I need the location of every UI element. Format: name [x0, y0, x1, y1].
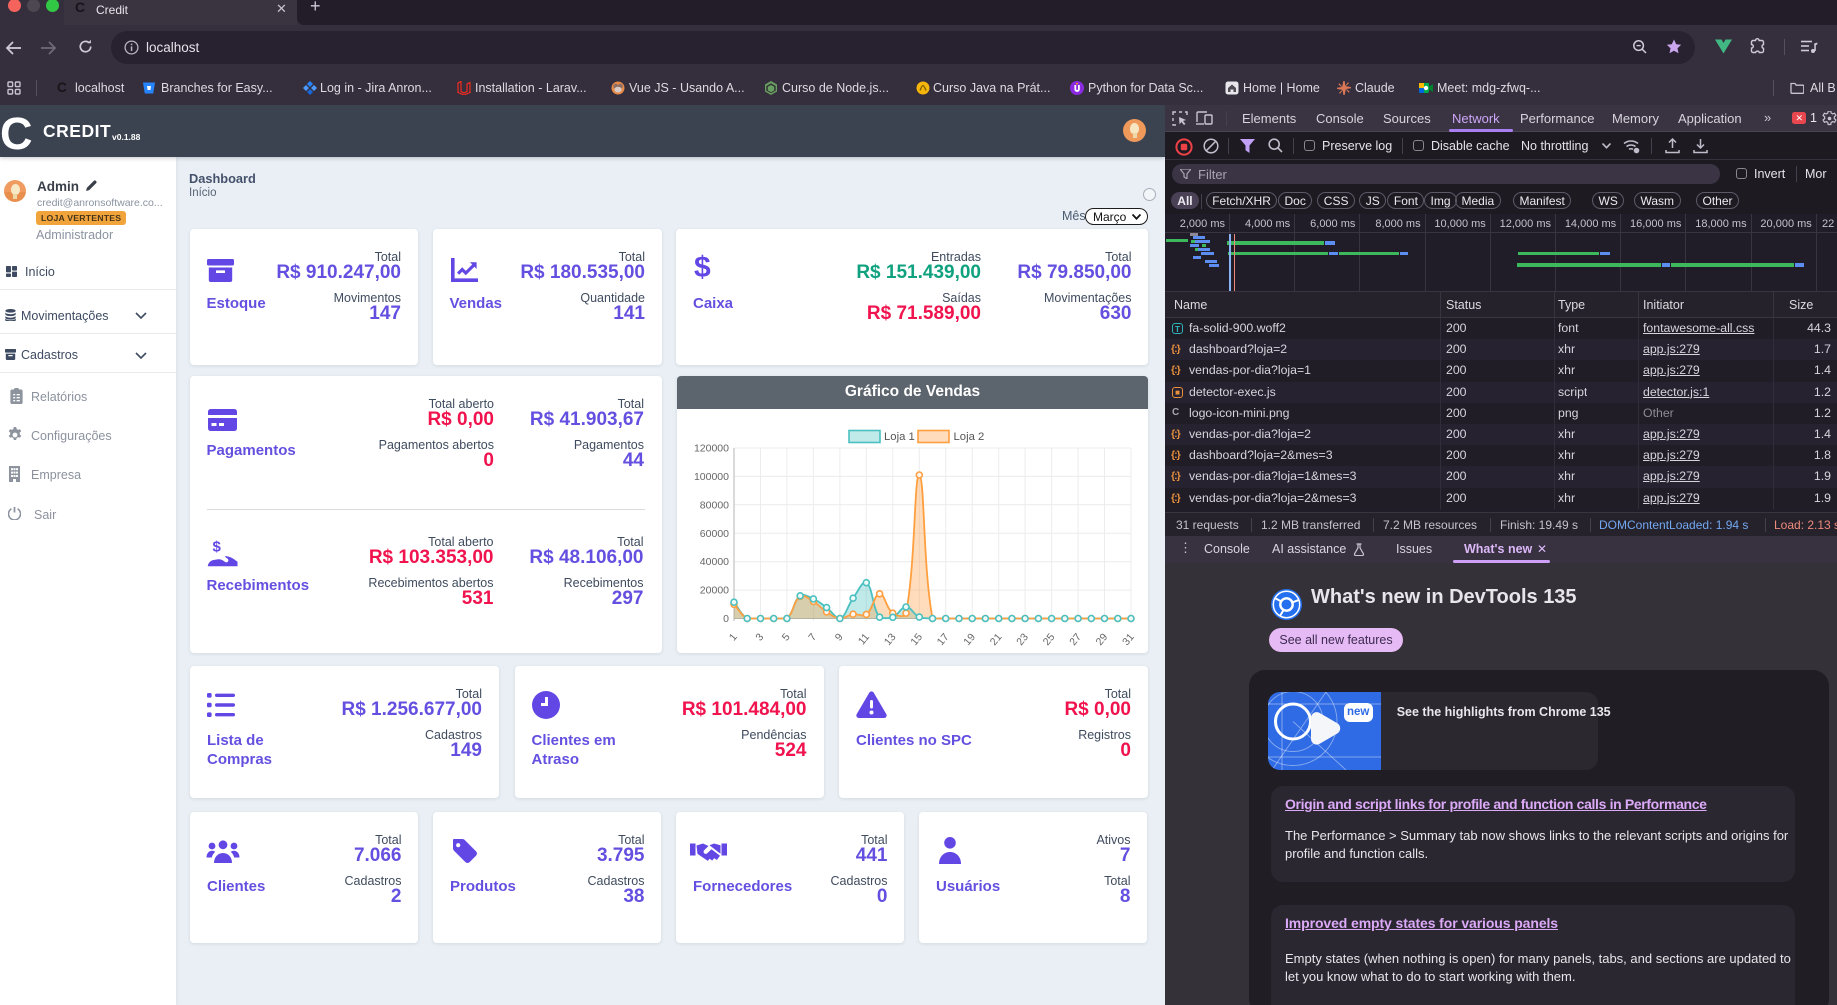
- svg-text:5: 5: [780, 631, 793, 643]
- svg-text:23: 23: [1014, 631, 1031, 648]
- svg-text:27: 27: [1067, 631, 1084, 648]
- svg-text:20000: 20000: [700, 585, 729, 597]
- svg-text:11: 11: [856, 631, 872, 647]
- svg-text:13: 13: [882, 631, 899, 648]
- svg-text:19: 19: [961, 631, 978, 648]
- svg-text:9: 9: [833, 631, 846, 643]
- svg-text:15: 15: [908, 631, 925, 648]
- svg-text:21: 21: [988, 631, 1005, 648]
- svg-text:17: 17: [935, 631, 952, 648]
- svg-text:0: 0: [723, 613, 729, 625]
- svg-text:120000: 120000: [694, 443, 729, 455]
- svg-text:Loja 1: Loja 1: [884, 431, 915, 443]
- svg-text:25: 25: [1041, 631, 1058, 648]
- svg-text:1: 1: [727, 631, 740, 643]
- svg-text:40000: 40000: [700, 556, 729, 568]
- svg-text:3: 3: [753, 631, 766, 643]
- svg-text:29: 29: [1094, 631, 1111, 648]
- svg-text:Loja 2: Loja 2: [954, 431, 985, 443]
- svg-text:80000: 80000: [700, 499, 729, 511]
- svg-text:31: 31: [1120, 631, 1137, 648]
- svg-text:100000: 100000: [694, 471, 729, 483]
- svg-text:7: 7: [806, 631, 819, 643]
- svg-text:60000: 60000: [700, 528, 729, 540]
